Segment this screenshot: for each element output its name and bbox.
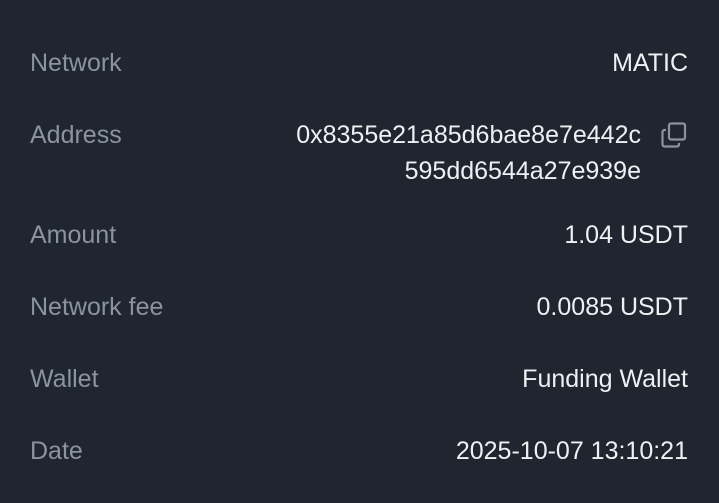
- address-label: Address: [30, 121, 122, 149]
- address-value: 0x8355e21a85d6bae8e7e442c 595dd6544a27e9…: [296, 117, 641, 189]
- date-value: 2025-10-07 13:10:21: [455, 437, 688, 465]
- wallet-label: Wallet: [30, 365, 99, 393]
- copy-icon: [661, 122, 687, 148]
- network-fee-value: 0.0085 USDT: [536, 293, 688, 321]
- amount-value: 1.04 USDT: [564, 221, 688, 249]
- amount-label: Amount: [30, 221, 117, 249]
- address-row: Address 0x8355e21a85d6bae8e7e442c 595dd6…: [30, 117, 688, 189]
- address-line-2: 595dd6544a27e939e: [404, 157, 641, 185]
- address-line-1: 0x8355e21a85d6bae8e7e442c: [296, 121, 641, 149]
- amount-row: Amount 1.04 USDT: [30, 217, 688, 253]
- date-row: Date 2025-10-07 13:10:21: [30, 433, 688, 469]
- wallet-value: Funding Wallet: [522, 365, 688, 393]
- network-fee-row: Network fee 0.0085 USDT: [30, 289, 688, 325]
- wallet-row: Wallet Funding Wallet: [30, 361, 688, 397]
- date-label: Date: [30, 437, 83, 465]
- network-value: MATIC: [612, 49, 688, 77]
- copy-address-button[interactable]: [660, 121, 688, 149]
- address-value-group: 0x8355e21a85d6bae8e7e442c 595dd6544a27e9…: [296, 117, 688, 189]
- transaction-details-panel: Network MATIC Address 0x8355e21a85d6bae8…: [0, 0, 719, 503]
- network-label: Network: [30, 49, 122, 77]
- network-fee-label: Network fee: [30, 293, 164, 321]
- network-row: Network MATIC: [30, 45, 688, 81]
